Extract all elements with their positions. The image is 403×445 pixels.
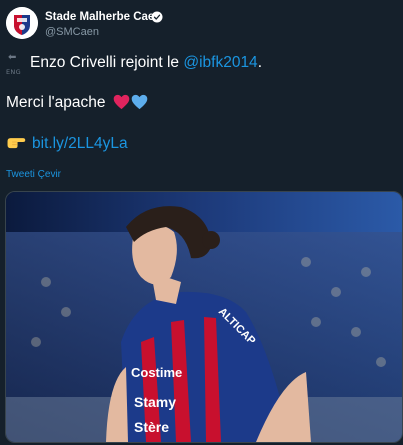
smcaen-crest-icon <box>6 7 38 39</box>
tweet-line1-end: . <box>257 54 262 71</box>
tweet-line2-text: Merci l'apache <box>6 94 106 111</box>
tweet-line-1: ⬅ ENG Enzo Crivelli rejoint le @ibfk2014… <box>6 52 262 77</box>
england-flag-icon: ⬅ ENG <box>6 52 21 77</box>
tweet-line-2: Merci l'apache <box>6 93 148 113</box>
tweet-media-photo[interactable]: ALTICAP Costime Stamy Stère <box>5 191 403 443</box>
author-handle[interactable]: @SMCaen <box>45 26 99 38</box>
avatar[interactable] <box>6 7 38 39</box>
jersey-text-2: Costime <box>131 365 182 380</box>
blue-heart-icon <box>131 94 148 110</box>
tweet-line1-text: Enzo Crivelli rejoint le <box>30 54 184 71</box>
author-name[interactable]: Stade Malherbe Caen <box>45 11 161 23</box>
translate-tweet-link[interactable]: Tweeti Çevir <box>6 169 61 180</box>
red-heart-icon <box>113 94 130 110</box>
jersey-text-3: Stamy <box>134 394 176 410</box>
pointing-hand-icon <box>7 138 26 149</box>
verified-badge-icon <box>151 11 163 23</box>
short-link[interactable]: bit.ly/2LL4yLa <box>32 135 128 152</box>
tweet[interactable]: Stade Malherbe Caen @SMCaen ⬅ ENG Enzo C… <box>0 0 403 445</box>
player-photo: ALTICAP Costime Stamy Stère <box>6 192 402 442</box>
mention-link[interactable]: @ibfk2014 <box>183 54 257 71</box>
tweet-line-3: bit.ly/2LL4yLa <box>6 134 128 154</box>
jersey-text-4: Stère <box>134 419 169 435</box>
